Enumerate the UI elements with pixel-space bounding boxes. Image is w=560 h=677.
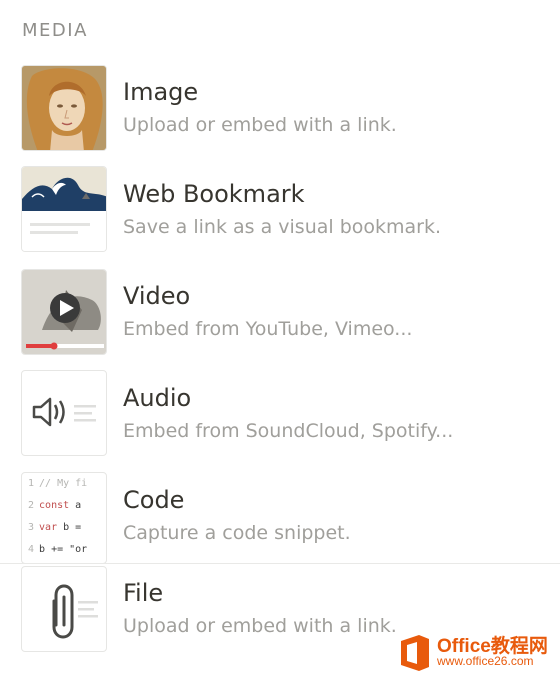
video-preview-icon [22,270,106,354]
item-description: Save a link as a visual bookmark. [123,216,442,238]
item-description: Upload or embed with a link. [123,615,397,637]
office-logo-icon [401,635,429,671]
item-title: Web Bookmark [123,180,305,208]
menu-item-code[interactable]: 1// My fi 2 const a 3 var b = 4b += "or Co… [0,468,560,568]
venus-painting-icon [22,66,106,150]
item-title: Audio [123,384,192,412]
great-wave-bookmark-icon [22,167,106,251]
menu-item-web-bookmark[interactable]: Web Bookmark Save a link as a visual boo… [0,162,560,262]
item-description: Embed from YouTube, Vimeo... [123,318,413,340]
item-title: Image [123,78,199,106]
code-line: 3 var b = [28,522,82,533]
audio-thumbnail [21,370,107,456]
item-description: Embed from SoundCloud, Spotify... [123,420,454,442]
menu-item-image[interactable]: Image Upload or embed with a link. [0,60,560,160]
section-label: MEDIA [22,20,88,41]
item-description: Capture a code snippet. [123,522,351,544]
bookmark-thumbnail [21,166,107,252]
item-description: Upload or embed with a link. [123,114,397,136]
code-thumbnail: 1// My fi 2 const a 3 var b = 4b += "or [21,472,107,564]
code-line: 1// My fi [28,478,88,489]
paperclip-icon [52,584,98,639]
item-title: File [123,579,164,607]
image-thumbnail [21,65,107,151]
video-thumbnail [21,269,107,355]
item-title: Video [123,282,191,310]
file-thumbnail [21,566,107,652]
watermark: Office教程网 www.office26.com [397,629,560,677]
item-title: Code [123,486,185,514]
speaker-icon [32,397,96,427]
watermark-url: www.office26.com [437,654,534,668]
menu-item-audio[interactable]: Audio Embed from SoundCloud, Spotify... [0,366,560,466]
code-line: 2 const a [28,500,82,511]
code-line: 4b += "or [28,544,88,555]
menu-item-video[interactable]: Video Embed from YouTube, Vimeo... [0,264,560,364]
